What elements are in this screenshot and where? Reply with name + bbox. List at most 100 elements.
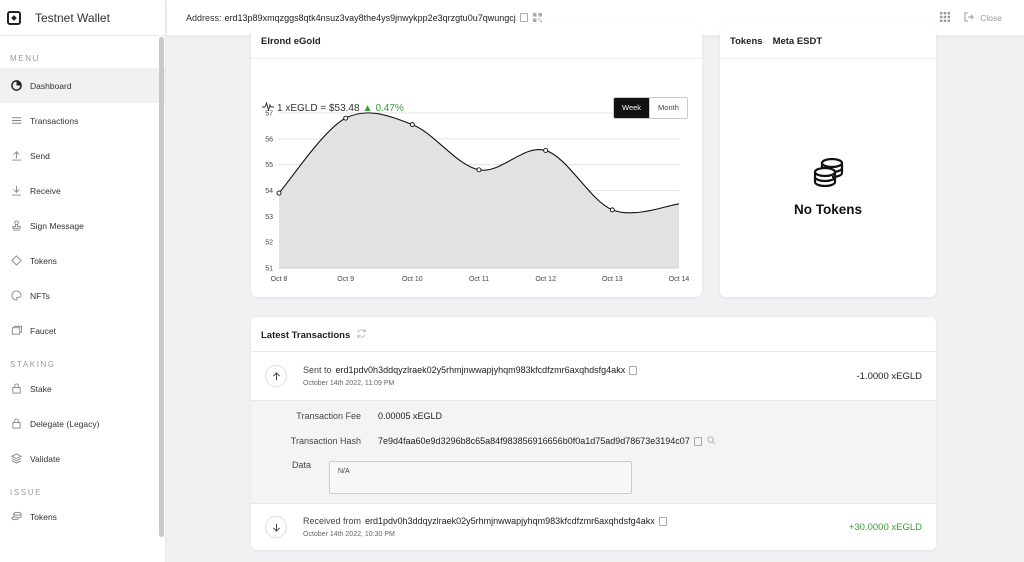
arrow-down-icon	[265, 516, 287, 538]
y-tick-label: 54	[265, 188, 273, 195]
sidebar-item-faucet[interactable]: Faucet	[0, 313, 165, 348]
sidebar-item-validate[interactable]: Validate	[0, 441, 165, 476]
latest-title: Latest Transactions	[261, 329, 351, 341]
sidebar-item-label: Delegate (Legacy)	[30, 418, 100, 429]
sidebar-item-label: Tokens	[30, 255, 57, 266]
brand[interactable]: Testnet Wallet	[0, 0, 165, 36]
copy-icon[interactable]	[658, 517, 667, 527]
sidebar-item-label: Receive	[30, 185, 61, 196]
data-point	[476, 167, 482, 173]
tx-main-line: Received from erd1pdv0h3ddqyzlraek02y5rhm…	[303, 516, 667, 527]
tx-counterparty[interactable]: erd1pdv0h3ddqyzlraek02y5rhmjnwwapjyhqm98…	[336, 365, 626, 375]
egold-card-title: Elrond eGold	[261, 36, 321, 47]
address-label: Address:	[186, 12, 222, 23]
tx-amount: -1.0000 xEGLD	[856, 371, 922, 382]
sidebar-item-delegate-legacy[interactable]: Delegate (Legacy)	[0, 406, 165, 441]
palette-icon	[10, 290, 22, 302]
sidebar-item-label: Faucet	[30, 325, 56, 336]
latest-transactions-card: Latest Transactions Sent to erd1pdv0h3ddq…	[251, 317, 936, 550]
x-tick-label: Oct 12	[535, 276, 556, 283]
layers-icon	[10, 453, 22, 465]
sidebar-item-label: Validate	[30, 453, 61, 464]
x-tick-label: Oct 13	[602, 276, 623, 283]
tx-counterparty[interactable]: erd1pdv0h3ddqyzlraek02y5rhmjnwwapjyhqm98…	[365, 516, 655, 526]
transaction-row-sent[interactable]: Sent to erd1pdv0h3ddqyzlraek02y5rhmjnwwap…	[251, 351, 936, 400]
copy-icon[interactable]	[693, 437, 702, 447]
app-title: Testnet Wallet	[35, 10, 110, 25]
stamp-icon	[10, 220, 22, 232]
y-tick-label: 55	[265, 162, 273, 169]
close-label: Close	[980, 13, 1002, 23]
toggle-week-button[interactable]: Week	[614, 98, 650, 118]
tab-meta-esdt[interactable]: Meta ESDT	[773, 36, 823, 47]
refresh-icon[interactable]	[356, 328, 367, 342]
data-textarea[interactable]: N/A	[329, 461, 632, 494]
sidebar-item-dashboard[interactable]: Dashboard	[0, 68, 165, 103]
hash-value[interactable]: 7e9d4faa60e9d3296b8c65a84f983856916656b0…	[378, 436, 690, 446]
section-label-issue: ISSUE	[10, 488, 43, 497]
data-value: N/A	[338, 468, 350, 475]
qr-code-icon[interactable]	[532, 13, 542, 22]
wallet-address: erd13p89xmqzggs8qtk4nsuz3vay8the4ys9jnwy…	[224, 12, 516, 23]
x-tick-label: Oct 10	[402, 276, 423, 283]
data-point	[609, 207, 615, 213]
tx-date: October 14th 2022, 11:09 PM	[303, 380, 395, 387]
price-text: 1 xEGLD = $53.48	[277, 102, 360, 114]
tx-direction: Received from	[303, 516, 362, 526]
price-line: 1 xEGLD = $53.48 ▲ 0.47%	[262, 101, 404, 114]
sidebar: Testnet Wallet MENU Dashboard Transactio…	[0, 0, 166, 562]
tokens-card: Tokens Meta ESDT No Tokens	[720, 24, 936, 297]
sidebar-item-receive[interactable]: Receive	[0, 173, 165, 208]
price-change-up-icon: ▲	[362, 102, 373, 114]
y-tick-label: 56	[265, 136, 273, 143]
no-tokens-message: No Tokens	[793, 202, 862, 217]
search-icon[interactable]	[707, 436, 716, 447]
arrow-up-icon	[265, 365, 287, 387]
data-point	[343, 115, 349, 121]
tx-date: October 14th 2022, 10:30 PM	[303, 531, 395, 538]
fee-value: 0.00005 xEGLD	[378, 411, 443, 421]
tx-amount: +30.0000 xEGLD	[848, 522, 922, 533]
sidebar-item-label: NFTs	[30, 290, 50, 301]
copy-icon[interactable]	[629, 366, 638, 376]
pulse-icon	[262, 101, 274, 114]
copy-icon[interactable]	[519, 13, 529, 22]
data-point	[409, 122, 415, 128]
data-point	[276, 190, 282, 196]
close-button[interactable]: Close	[964, 12, 1002, 24]
sidebar-item-label: Sign Message	[30, 220, 84, 231]
section-label-menu: MENU	[10, 54, 40, 63]
fee-label: Transaction Fee	[296, 411, 361, 421]
coins-stack-icon	[813, 157, 845, 192]
data-label: Data	[291, 460, 311, 470]
egold-price-card: 51 52 53 54 55 56 57 Oct 8 Oct 9 Oct 10 Oct 11 Oct …	[251, 24, 702, 297]
tokens-tabs: Tokens Meta ESDT	[730, 36, 822, 47]
toggle-month-button[interactable]: Month	[649, 98, 687, 118]
sidebar-item-label: Send	[30, 150, 50, 161]
diamond-icon	[10, 255, 22, 267]
x-tick-label: Oct 9	[337, 276, 354, 283]
x-tick-label: Oct 11	[469, 276, 489, 283]
sidebar-item-transactions[interactable]: Transactions	[0, 103, 165, 138]
y-tick-label: 52	[265, 240, 273, 247]
data-point	[543, 148, 549, 153]
sidebar-item-label: Dashboard	[30, 80, 72, 91]
sidebar-item-issue-tokens[interactable]: Tokens	[0, 499, 165, 534]
sidebar-item-sign-message[interactable]: Sign Message	[0, 208, 165, 243]
sidebar-scrollbar[interactable]	[159, 37, 164, 537]
hash-value-line: 7e9d4faa60e9d3296b8c65a84f983856916656b0…	[378, 436, 716, 447]
card-divider	[251, 58, 702, 59]
transaction-row-received[interactable]: Received from erd1pdv0h3ddqyzlraek02y5rhm…	[251, 503, 936, 550]
tab-tokens[interactable]: Tokens	[730, 36, 763, 47]
sidebar-item-send[interactable]: Send	[0, 138, 165, 173]
faucet-icon	[10, 325, 22, 337]
apps-grid-icon[interactable]	[940, 12, 951, 24]
sidebar-item-label: Transactions	[30, 115, 79, 126]
sidebar-item-stake[interactable]: Stake	[0, 371, 165, 406]
y-tick-label: 51	[265, 266, 273, 273]
logout-icon	[964, 12, 974, 24]
sidebar-item-nfts[interactable]: NFTs	[0, 278, 165, 313]
range-toggle: Week Month	[613, 97, 688, 119]
tx-direction: Sent to	[303, 365, 332, 375]
sidebar-item-tokens[interactable]: Tokens	[0, 243, 165, 278]
